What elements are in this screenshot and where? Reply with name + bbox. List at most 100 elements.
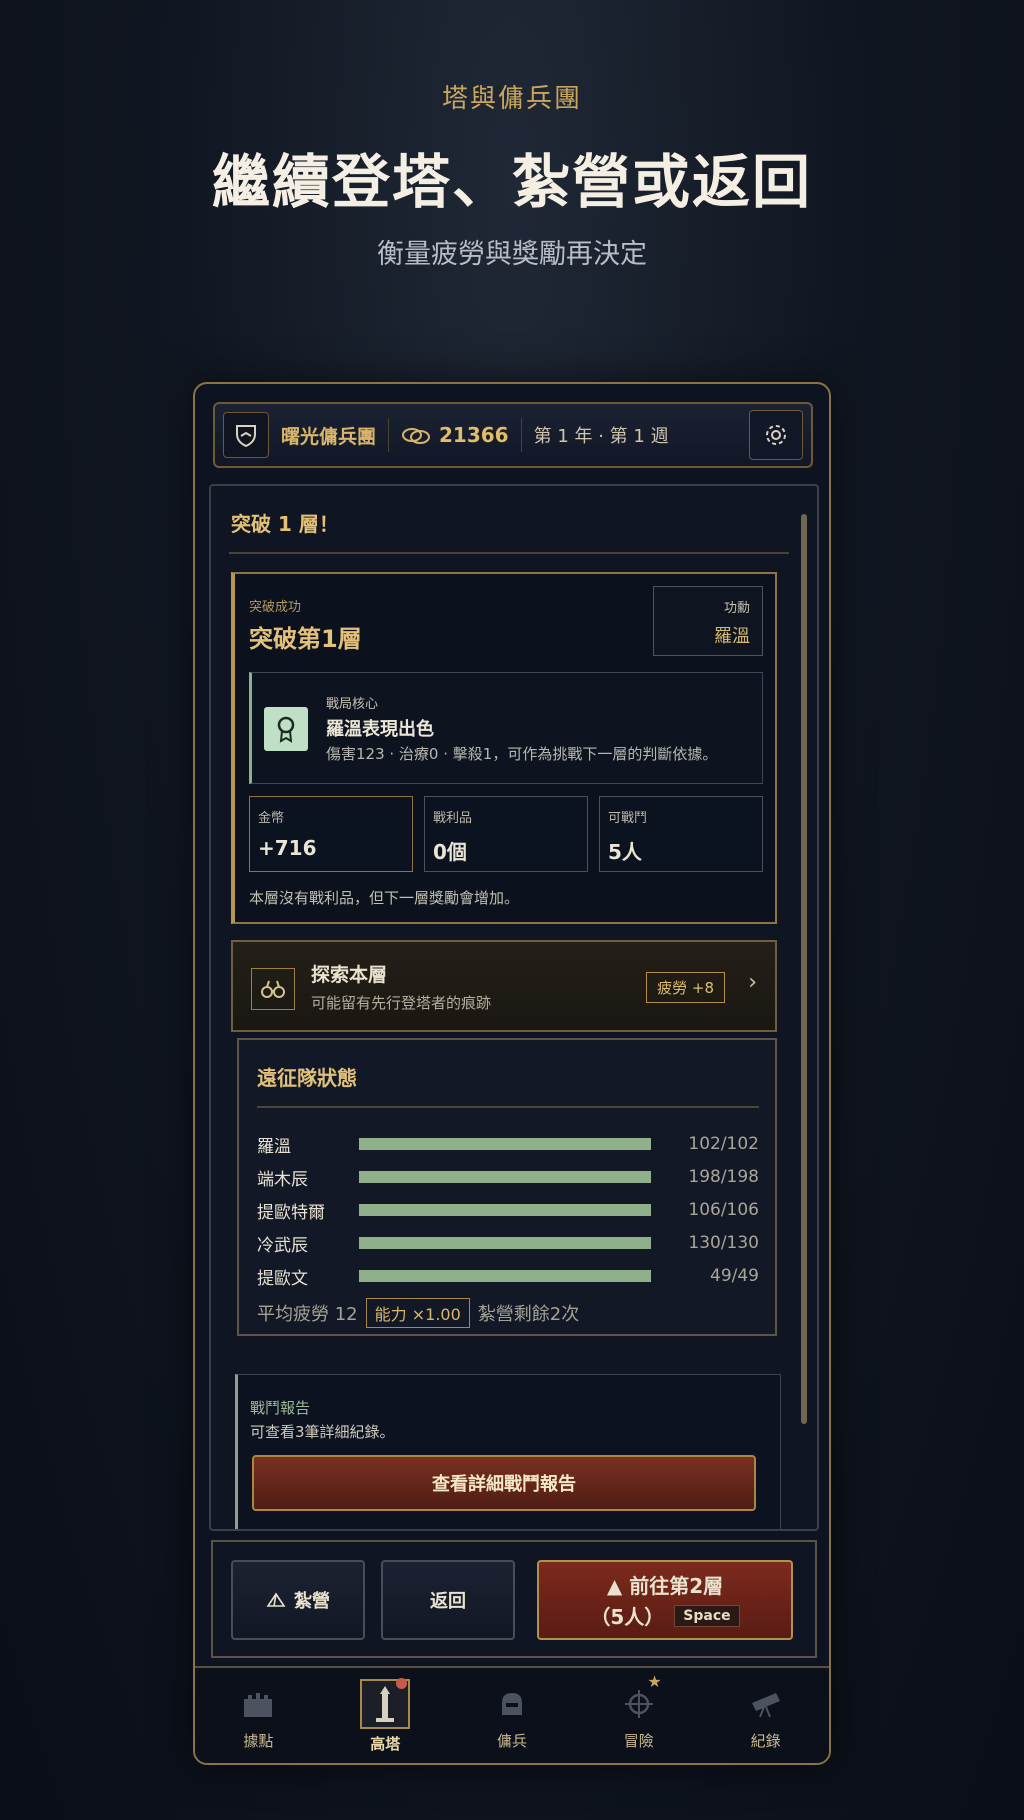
hp-bar	[359, 1138, 651, 1150]
guild-name: 曙光傭兵團	[281, 425, 377, 448]
gold-amount: 21366	[439, 423, 509, 447]
member-hp: 102/102	[688, 1134, 759, 1154]
member-row: 提歐文 49/49	[257, 1264, 759, 1289]
team-status-card: 遠征隊狀態 羅溫 102/102 端木辰 198/198 提歐特爾 106/10…	[237, 1038, 777, 1336]
core-label: 戰局核心	[326, 697, 379, 712]
member-row: 羅溫 102/102	[257, 1132, 759, 1157]
battle-report-card: 戰鬥報告 可查看3筆詳細紀錄。 查看詳細戰鬥報告	[235, 1374, 781, 1529]
nav-label: 紀錄	[750, 1732, 781, 1750]
member-row: 提歐特爾 106/106	[257, 1198, 759, 1223]
hp-fill	[359, 1237, 651, 1249]
nav-label: 據點	[243, 1732, 274, 1750]
return-button[interactable]: 返回	[381, 1560, 515, 1640]
telescope-icon	[744, 1682, 788, 1726]
hp-bar	[359, 1204, 651, 1216]
nav-item-mercenary[interactable]: 傭兵	[449, 1668, 576, 1763]
mvp-value: 羅溫	[714, 626, 750, 647]
binoculars-icon	[251, 968, 295, 1010]
shield-icon[interactable]	[223, 412, 269, 458]
stat-fighters: 可戰鬥 5人	[599, 796, 763, 872]
nav-item-tower[interactable]: 高塔	[322, 1668, 449, 1763]
hp-fill	[359, 1204, 651, 1216]
hp-bar	[359, 1270, 651, 1282]
member-name: 端木辰	[257, 1169, 308, 1190]
member-hp: 49/49	[710, 1266, 759, 1286]
member-row: 冷武辰 130/130	[257, 1231, 759, 1256]
divider	[229, 552, 789, 554]
hp-fill	[359, 1138, 651, 1150]
advance-party: （5人）	[590, 1605, 665, 1629]
stat-value: 5人	[608, 840, 642, 864]
star-icon: ★	[647, 1672, 662, 1691]
game-date: 第 1 年 · 第 1 週	[533, 426, 669, 447]
scrollbar[interactable]	[801, 514, 807, 1424]
hp-bar	[359, 1171, 651, 1183]
member-name: 提歐文	[257, 1268, 308, 1289]
view-battle-report-button[interactable]: 查看詳細戰鬥報告	[252, 1455, 756, 1511]
member-name: 冷武辰	[257, 1235, 308, 1256]
stat-value: +716	[258, 836, 317, 860]
floor-title: 突破 1 層！	[231, 512, 339, 536]
gear-icon[interactable]	[749, 410, 803, 460]
team-footer: 平均疲勞 12 能力 ×1.00 紮營剩餘2次	[257, 1298, 579, 1328]
castle-icon	[236, 1682, 280, 1726]
hp-bar	[359, 1237, 651, 1249]
phone-frame: 曙光傭兵團 21366 第 1 年 · 第 1 週 突破 1 層！ 突破成功 突…	[193, 382, 831, 1765]
success-label: 突破成功	[249, 600, 302, 615]
stat-gold: 金幣 +716	[249, 796, 413, 872]
nav-item-adventure[interactable]: ★ 冒險	[575, 1668, 702, 1763]
notification-dot	[395, 1678, 407, 1689]
nav-item-base[interactable]: 據點	[195, 1668, 322, 1763]
advance-floor-button[interactable]: ▲ 前往第2層 （5人） Space	[537, 1560, 793, 1640]
stat-label: 可戰鬥	[608, 811, 648, 826]
nav-label: 冒險	[623, 1732, 654, 1750]
member-hp: 106/106	[688, 1200, 759, 1220]
medal-icon	[264, 707, 308, 751]
battle-label: 戰鬥報告	[250, 1399, 311, 1417]
top-bar: 曙光傭兵團 21366 第 1 年 · 第 1 週	[213, 402, 813, 468]
battle-core-box: 戰局核心 羅溫表現出色 傷害123 · 治療0 · 擊殺1，可作為挑戰下一層的判…	[249, 672, 763, 784]
core-title: 羅溫表現出色	[326, 719, 434, 740]
hero-subtitle: 衡量疲勞與獎勵再決定	[377, 239, 647, 270]
camp-label: 紮營	[294, 1591, 330, 1612]
advance-label: ▲ 前往第2層	[606, 1574, 724, 1598]
camp-button[interactable]: 紮營	[231, 1560, 365, 1640]
result-panel: 突破 1 層！ 突破成功 突破第1層 功勳 羅溫 戰局核心 羅溫表現出色 傷害1…	[209, 484, 819, 1531]
return-label: 返回	[430, 1591, 466, 1612]
divider	[257, 1106, 759, 1108]
hero-kicker: 塔與傭兵團	[441, 84, 582, 114]
stat-loot: 戰利品 0個	[424, 796, 588, 872]
success-card: 突破成功 突破第1層 功勳 羅溫 戰局核心 羅溫表現出色 傷害123 · 治療0…	[231, 572, 777, 924]
mvp-label: 功勳	[723, 601, 750, 616]
member-hp: 198/198	[688, 1167, 759, 1187]
explore-floor-button[interactable]: 探索本層 可能留有先行登塔者的痕跡 疲勞 +8 ›	[231, 940, 777, 1032]
helmet-icon	[490, 1682, 534, 1726]
mvp-box: 功勳 羅溫	[653, 586, 763, 656]
success-title: 突破第1層	[249, 625, 362, 653]
hp-fill	[359, 1171, 651, 1183]
explore-desc: 可能留有先行登塔者的痕跡	[311, 994, 492, 1012]
space-key-hint: Space	[674, 1604, 740, 1627]
stat-value: 0個	[433, 840, 467, 864]
member-hp: 130/130	[688, 1233, 759, 1253]
tent-icon	[266, 1592, 286, 1607]
bottom-nav: 據點 高塔 傭兵 ★ 冒險 紀錄	[195, 1666, 829, 1763]
hp-fill	[359, 1270, 651, 1282]
nav-label: 高塔	[370, 1735, 401, 1753]
ability-badge: 能力 ×1.00	[365, 1298, 470, 1328]
loot-note: 本層沒有戰利品，但下一層獎勵會增加。	[249, 889, 520, 907]
action-bar: 紮營 返回 ▲ 前往第2層 （5人） Space	[211, 1540, 817, 1658]
member-row: 端木辰 198/198	[257, 1165, 759, 1190]
nav-item-records[interactable]: 紀錄	[702, 1668, 829, 1763]
core-desc: 傷害123 · 治療0 · 擊殺1，可作為挑戰下一層的判斷依據。	[326, 745, 718, 763]
divider	[520, 418, 522, 452]
member-name: 羅溫	[257, 1136, 291, 1157]
avg-fatigue: 平均疲勞 12	[257, 1304, 358, 1325]
coin-icon	[401, 424, 431, 446]
battle-desc: 可查看3筆詳細紀錄。	[250, 1423, 395, 1441]
stat-label: 戰利品	[433, 811, 473, 826]
member-name: 提歐特爾	[257, 1202, 325, 1223]
fatigue-tag: 疲勞 +8	[646, 972, 725, 1003]
hero-title: 繼續登塔、紮營或返回	[211, 148, 812, 216]
explore-title: 探索本層	[311, 964, 388, 986]
